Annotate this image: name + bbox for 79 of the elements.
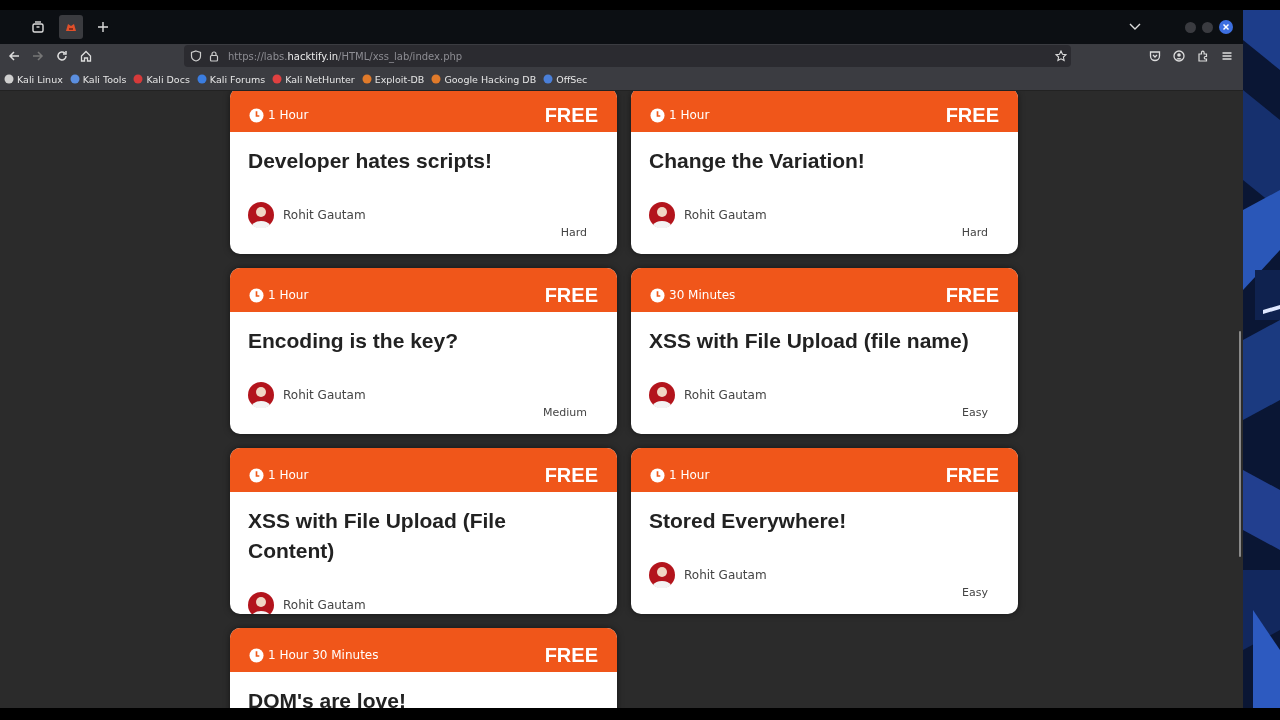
bookmark-link[interactable]: OffSec — [543, 73, 588, 85]
shield-icon[interactable] — [190, 50, 202, 62]
bookmark-link[interactable]: Google Hacking DB — [431, 73, 537, 85]
duration-text: 30 Minutes — [669, 288, 736, 302]
card-title: XSS with File Upload (File Content) — [248, 508, 507, 564]
course-card[interactable]: 1 Hour FREE XSS with File Upload (File Content) Rohit Gautam — [230, 448, 617, 614]
author-name: Rohit Gautam — [684, 388, 767, 402]
account-icon[interactable] — [1173, 50, 1185, 62]
bookmark-link[interactable]: Kali Linux — [4, 73, 63, 85]
course-card[interactable]: 1 Hour FREE Stored Everywhere! Rohit Gautam Easy — [631, 448, 1018, 614]
close-icon[interactable] — [1219, 20, 1233, 34]
difficulty-label: Hard — [961, 226, 988, 239]
duration-text: 1 Hour — [669, 108, 710, 122]
clock-icon — [249, 467, 264, 483]
pocket-icon[interactable] — [1149, 50, 1161, 62]
avatar-icon — [248, 382, 274, 408]
bookmark-link[interactable]: Kali Docs — [133, 73, 190, 85]
clock-icon — [650, 287, 665, 303]
duration-text: 1 Hour — [669, 468, 710, 482]
price-label: FREE — [945, 463, 999, 487]
bookmark-link[interactable]: Exploit-DB — [361, 73, 425, 85]
new-tab-icon[interactable] — [97, 21, 109, 33]
price-label: FREE — [544, 103, 598, 127]
difficulty-label: Easy — [962, 586, 988, 599]
author-name: Rohit Gautam — [283, 208, 366, 222]
card-title: Stored Everywhere! — [649, 508, 848, 534]
difficulty-label: Hard — [560, 226, 587, 239]
chevron-down-icon[interactable] — [1129, 23, 1141, 31]
home-icon[interactable] — [80, 50, 92, 62]
address-bar[interactable]: https://labs.hacktify.in/HTML/xss_lab/index.php — [184, 45, 1071, 67]
extensions-icon[interactable] — [1197, 50, 1209, 62]
clock-icon — [249, 287, 264, 303]
course-card[interactable]: 1 Hour FREE Encoding is the key? Rohit Gautam Medium — [230, 268, 617, 434]
card-title: DOM's are love! — [248, 688, 407, 708]
bookmark-link[interactable]: Kali Tools — [69, 73, 127, 85]
avatar-icon — [248, 592, 274, 614]
forward-icon[interactable] — [32, 50, 44, 62]
back-icon[interactable] — [8, 50, 20, 62]
course-card[interactable]: 1 Hour 30 Minutes FREE DOM's are love! — [230, 628, 617, 708]
duration-text: 1 Hour — [268, 468, 309, 482]
difficulty-label: Medium — [543, 406, 587, 419]
url-text: https://labs.hacktify.in/HTML/xss_lab/index.php — [228, 50, 463, 62]
avatar-icon — [649, 382, 675, 408]
duration-text: 1 Hour 30 Minutes — [268, 648, 379, 662]
bookmark-link[interactable]: Kali Forums — [196, 73, 266, 85]
bookmark-link[interactable]: Kali NetHunter — [272, 73, 355, 85]
author-name: Rohit Gautam — [684, 208, 767, 222]
course-card[interactable]: 1 Hour FREE Developer hates scripts! Rohit Gautam Hard — [230, 91, 617, 254]
lock-icon — [208, 50, 220, 62]
clock-icon — [249, 647, 264, 663]
author-name: Rohit Gautam — [283, 598, 366, 612]
scrollbar[interactable] — [1239, 331, 1241, 557]
card-title: Encoding is the key? — [248, 328, 460, 354]
clock-icon — [650, 467, 665, 483]
author-name: Rohit Gautam — [283, 388, 366, 402]
avatar-icon — [649, 562, 675, 588]
card-title: XSS with File Upload (file name) — [649, 328, 970, 354]
price-label: FREE — [544, 643, 598, 667]
price-label: FREE — [945, 103, 999, 127]
card-title: Change the Variation! — [649, 148, 866, 174]
tab-overview-icon[interactable] — [31, 20, 45, 34]
price-label: FREE — [945, 283, 999, 307]
course-card[interactable]: 30 Minutes FREE XSS with File Upload (file name) Rohit Gautam Easy — [631, 268, 1018, 434]
star-icon[interactable] — [1055, 50, 1067, 62]
avatar-icon — [649, 202, 675, 228]
menu-icon[interactable] — [1221, 50, 1233, 62]
browser-tab[interactable] — [59, 15, 83, 39]
reload-icon[interactable] — [56, 50, 68, 62]
card-title: Developer hates scripts! — [248, 148, 493, 174]
author-name: Rohit Gautam — [684, 568, 767, 582]
price-label: FREE — [544, 283, 598, 307]
difficulty-label: Easy — [962, 406, 988, 419]
avatar-icon — [248, 202, 274, 228]
clock-icon — [249, 107, 264, 123]
duration-text: 1 Hour — [268, 288, 309, 302]
clock-icon — [650, 107, 665, 123]
duration-text: 1 Hour — [268, 108, 309, 122]
price-label: FREE — [544, 463, 598, 487]
course-card[interactable]: 1 Hour FREE Change the Variation! Rohit Gautam Hard — [631, 91, 1018, 254]
